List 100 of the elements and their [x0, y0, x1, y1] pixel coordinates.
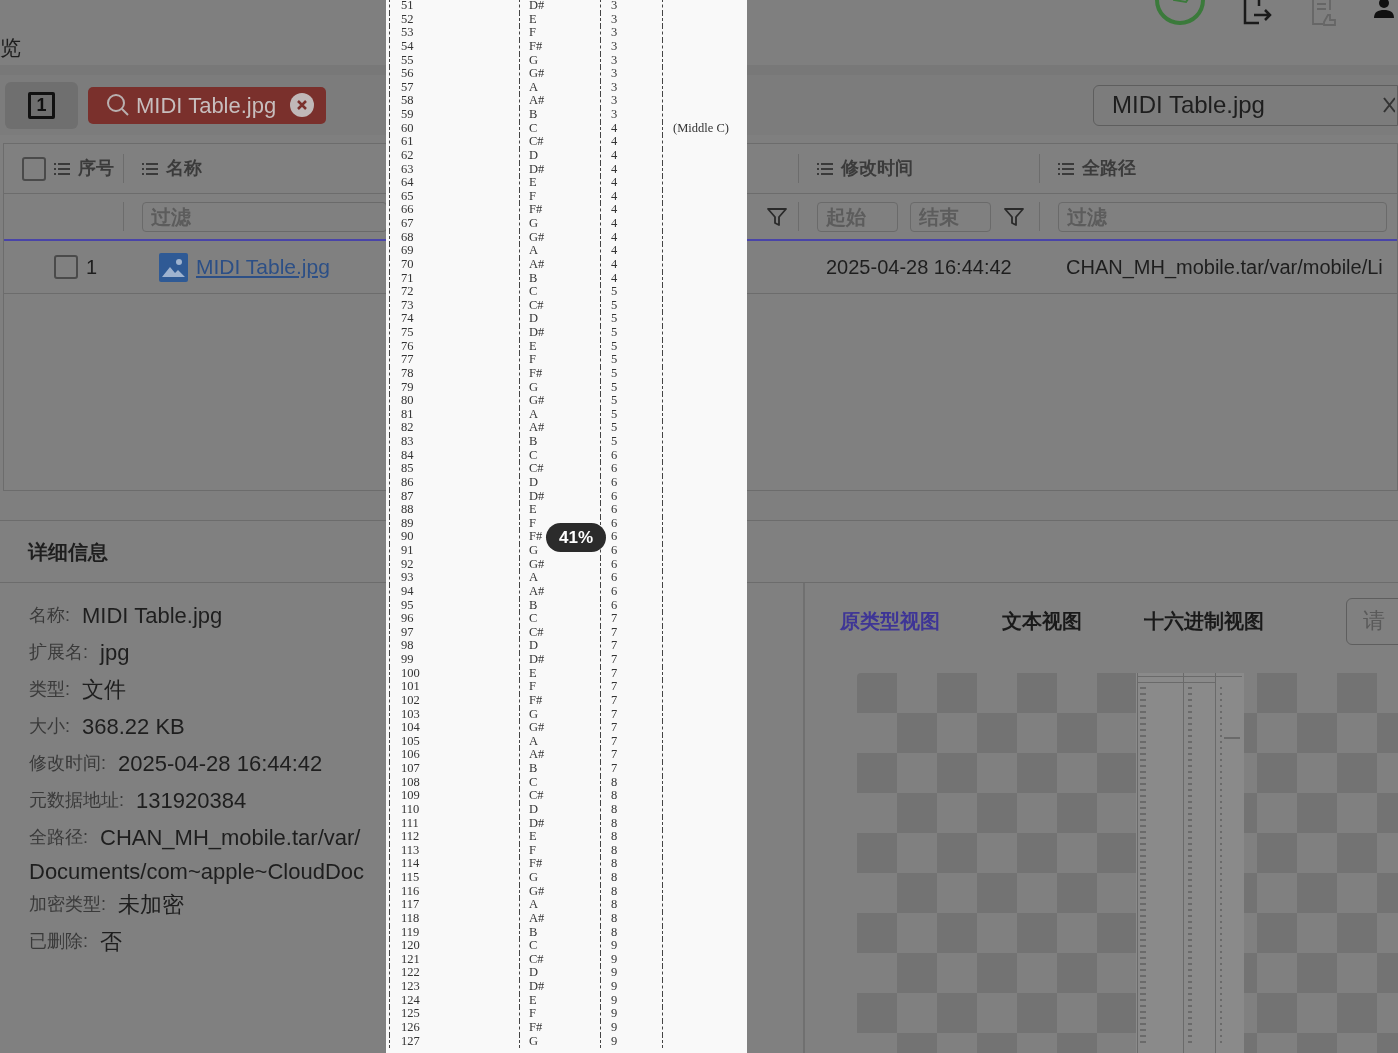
octave-number: 7: [611, 679, 618, 694]
note-number: 91: [401, 543, 414, 557]
section-title: 详细信息: [28, 539, 108, 565]
zoom-level-badge: 41%: [546, 523, 606, 552]
note-number: 55: [401, 52, 414, 67]
image-file-icon: [159, 252, 188, 282]
note-name: B: [529, 924, 538, 939]
octave-number: 3: [611, 52, 618, 67]
octave-number: 7: [611, 747, 618, 762]
field-value: 未加密: [118, 891, 184, 919]
octave-number: 6: [611, 447, 618, 462]
note-number: 94: [401, 583, 414, 598]
count-button[interactable]: 1: [5, 81, 78, 129]
column-header[interactable]: 序号: [78, 155, 114, 182]
note-name: F#: [529, 529, 543, 544]
note-name: A: [529, 570, 539, 585]
octave-number: 7: [611, 761, 618, 775]
note-number: 120: [401, 938, 420, 953]
view-tab[interactable]: 文本视图: [1002, 606, 1082, 636]
note-name: C#: [529, 951, 544, 966]
note-number: 65: [401, 188, 414, 203]
octave-number: 7: [611, 638, 618, 653]
note-number: 59: [401, 107, 414, 121]
column-header[interactable]: 修改时间: [841, 155, 913, 182]
octave-number: 4: [611, 120, 618, 135]
note-name: A#: [529, 910, 545, 925]
field-value: 文件: [82, 676, 126, 704]
octave-number: 3: [611, 11, 618, 26]
checkbox[interactable]: [22, 156, 46, 181]
export-icon[interactable]: [1242, 0, 1274, 26]
note-number: 77: [401, 352, 414, 367]
note-number: 86: [401, 474, 414, 489]
note-number: 121: [401, 951, 420, 966]
view-tab[interactable]: 十六进制视图: [1144, 606, 1264, 636]
column-header[interactable]: 全路径: [1082, 155, 1136, 182]
note-name: F: [529, 515, 536, 530]
note-name: B: [529, 107, 538, 121]
octave-number: 6: [611, 474, 618, 489]
note-number: 64: [401, 175, 414, 190]
clear-icon[interactable]: [1383, 95, 1395, 115]
note-number: 119: [401, 924, 420, 939]
octave-number: 6: [611, 583, 618, 598]
close-icon[interactable]: [290, 93, 315, 117]
filter-icon[interactable]: [1003, 205, 1025, 228]
checkbox[interactable]: [54, 255, 78, 279]
note-number: 116: [401, 883, 420, 898]
field-value: 否: [100, 928, 122, 956]
view-tab[interactable]: 原类型视图: [840, 606, 940, 636]
note-name: D: [529, 801, 539, 816]
user-icon[interactable]: [1374, 0, 1394, 18]
note-number: 103: [401, 706, 420, 721]
note-number: 115: [401, 870, 420, 884]
octave-number: 5: [611, 379, 618, 394]
field-label: 修改时间:: [29, 752, 106, 775]
field-value: 131920384: [136, 787, 247, 815]
note-name: F: [529, 679, 536, 694]
note-name: A#: [529, 256, 545, 271]
octave-number: 3: [611, 79, 618, 94]
search-tag[interactable]: MIDI Table.jpg: [88, 86, 327, 124]
field-label: 类型:: [29, 678, 70, 701]
octave-number: 8: [611, 842, 618, 857]
note-name: A: [529, 897, 539, 912]
note-number: 69: [401, 243, 414, 258]
field-label: 名称:: [29, 604, 70, 627]
note-number: 111: [401, 815, 419, 830]
note-number: 93: [401, 570, 414, 585]
search-field[interactable]: MIDI Table.jpg: [1093, 84, 1398, 126]
octave-number: 8: [611, 870, 618, 884]
column-header[interactable]: 名称: [166, 155, 202, 182]
file-link[interactable]: MIDI Table.jpg: [196, 251, 330, 283]
octave-number: 7: [611, 665, 618, 680]
note-number: 102: [401, 692, 420, 707]
note-number: 80: [401, 393, 414, 408]
note-number: 70: [401, 256, 414, 271]
octave-number: 9: [611, 1006, 618, 1021]
note-name: E: [529, 829, 537, 844]
octave-number: 6: [611, 515, 618, 530]
octave-number: 3: [611, 107, 618, 121]
note-name: F: [529, 25, 536, 40]
field-label: 大小:: [29, 715, 70, 738]
note-name: G#: [529, 556, 545, 571]
note-number: 51: [401, 0, 414, 12]
note-name: G: [529, 1033, 539, 1048]
filter-icon[interactable]: [766, 205, 788, 228]
note-number: 60: [401, 120, 414, 135]
octave-number: 4: [611, 147, 618, 162]
octave-number: 6: [611, 461, 618, 476]
note-number: 96: [401, 611, 414, 626]
note-name: D#: [529, 161, 545, 176]
note-name: G: [529, 543, 539, 557]
note-name: C#: [529, 461, 544, 476]
octave-number: 6: [611, 543, 618, 557]
field-label: 全路径:: [29, 826, 88, 849]
note-name: E: [529, 992, 537, 1007]
octave-number: 5: [611, 311, 618, 326]
search-icon: [106, 93, 130, 117]
note-name: D#: [529, 488, 545, 503]
note-name: B: [529, 270, 538, 285]
note-number: 89: [401, 515, 414, 530]
note-name: A#: [529, 747, 545, 762]
